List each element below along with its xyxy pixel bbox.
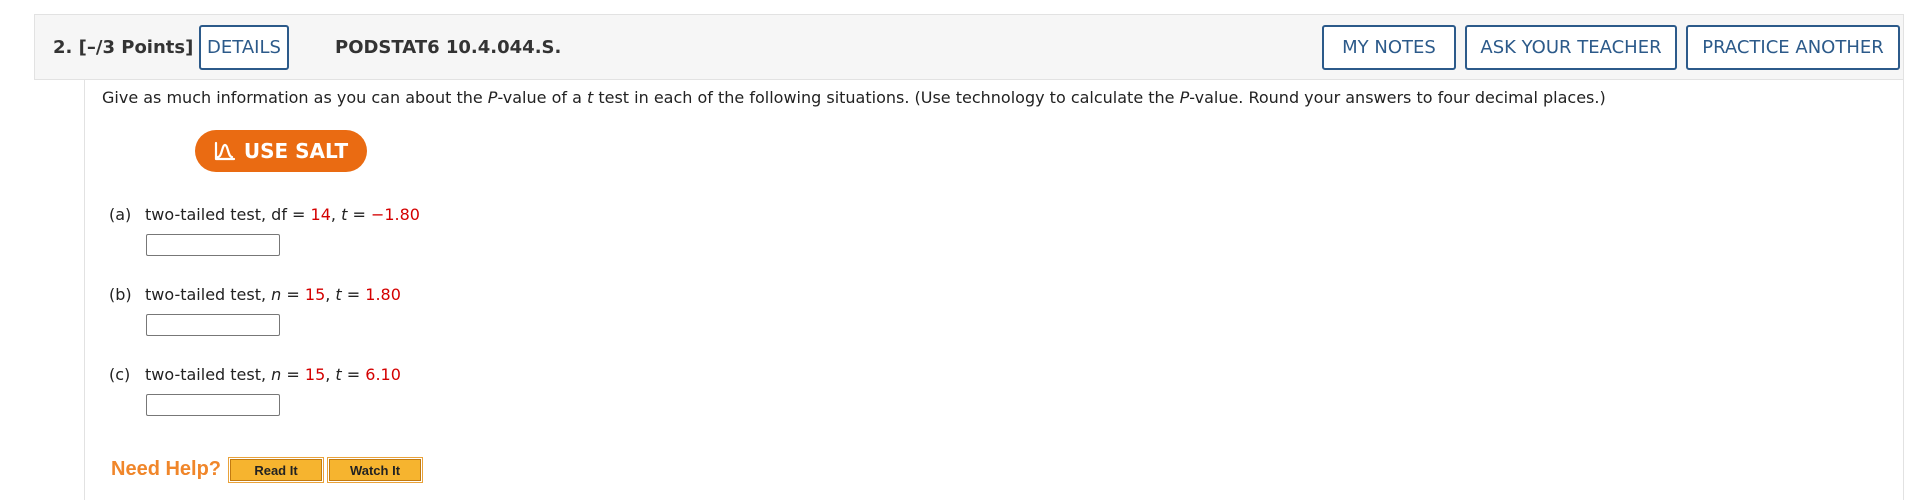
my-notes-button[interactable]: MY NOTES xyxy=(1322,25,1456,70)
part-a-prompt: (a) two-tailed test, df = 14, t = −1.80 xyxy=(109,205,420,224)
t-value: 1.80 xyxy=(365,285,401,304)
need-help-label: Need Help? xyxy=(111,458,222,480)
n-value: 15 xyxy=(304,365,326,384)
ask-your-teacher-button[interactable]: ASK YOUR TEACHER xyxy=(1465,25,1677,70)
answer-input-a[interactable] xyxy=(146,234,280,256)
n-value: 15 xyxy=(304,285,326,304)
t-value: 6.10 xyxy=(365,365,401,384)
watch-it-button[interactable]: Watch It xyxy=(327,457,423,483)
practice-another-button[interactable]: PRACTICE ANOTHER xyxy=(1686,25,1900,70)
part-c-prompt: (c) two-tailed test, n = 15, t = 6.10 xyxy=(109,365,401,384)
df-value: 14 xyxy=(310,205,331,224)
use-salt-label: USE SALT xyxy=(243,139,349,163)
answer-input-b[interactable] xyxy=(146,314,280,336)
read-it-button[interactable]: Read It xyxy=(228,457,324,483)
question-header: 2. [–/3 Points] DETAILS PODSTAT6 10.4.04… xyxy=(34,14,1904,80)
part-b-prompt: (b) two-tailed test, n = 15, t = 1.80 xyxy=(109,285,401,304)
question-number: 2. [–/3 Points] xyxy=(53,37,194,58)
points-label: [–/3 Points] xyxy=(78,37,194,58)
t-value: −1.80 xyxy=(370,205,420,224)
use-salt-button[interactable]: USE SALT xyxy=(195,130,367,172)
details-button[interactable]: DETAILS xyxy=(199,25,289,70)
question-instructions: Give as much information as you can abou… xyxy=(102,88,1606,107)
question-body: Give as much information as you can abou… xyxy=(84,80,1904,500)
problem-code: PODSTAT6 10.4.044.S. xyxy=(335,37,562,58)
salt-distribution-icon xyxy=(214,141,235,161)
answer-input-c[interactable] xyxy=(146,394,280,416)
